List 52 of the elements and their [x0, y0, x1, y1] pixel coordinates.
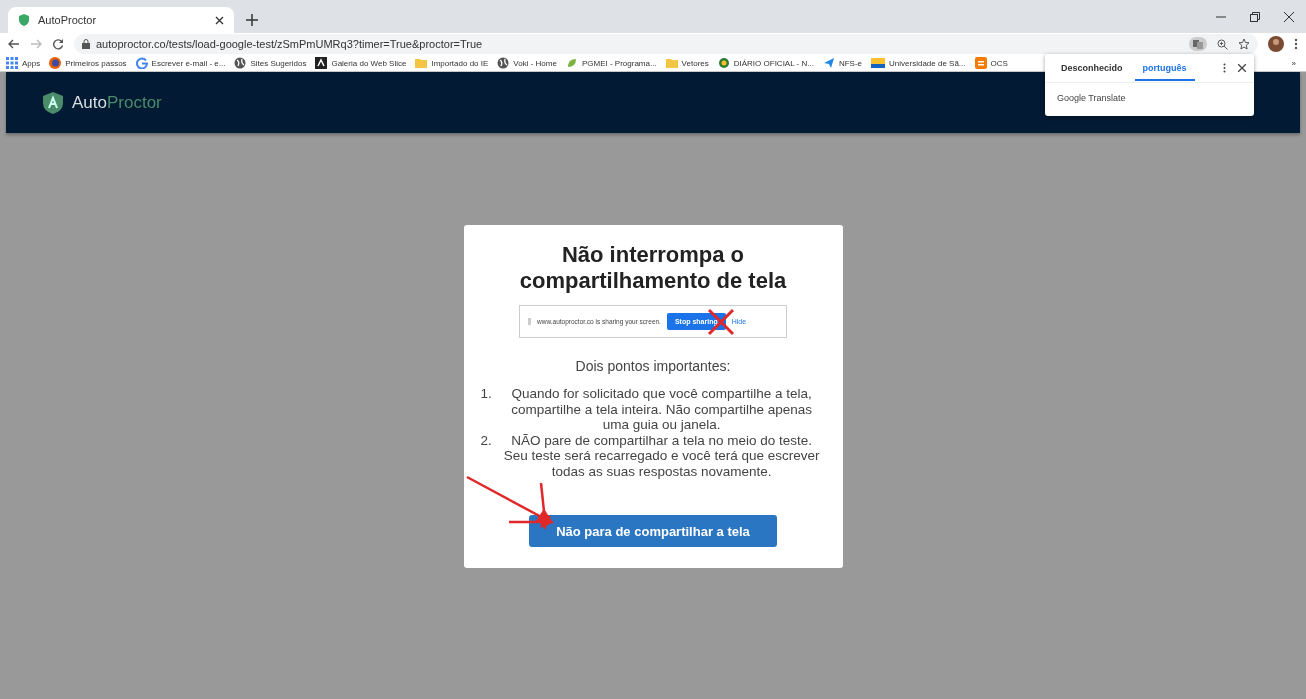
bookmark[interactable]: Universidade de Sã... — [871, 58, 966, 68]
menu-icon[interactable] — [1294, 38, 1298, 50]
bookmark[interactable]: Apps — [6, 57, 41, 69]
apps-grid-icon — [6, 57, 18, 69]
language-tab[interactable]: Desconhecido — [1053, 55, 1131, 81]
usp-logo-icon — [871, 58, 886, 68]
leaf-icon — [565, 57, 578, 69]
back-arrow-icon[interactable] — [8, 38, 20, 50]
list-number: 1. — [480, 386, 492, 403]
browser-tab[interactable]: AutoProctor — [8, 7, 234, 33]
more-bookmarks[interactable]: » — [1291, 58, 1300, 68]
tab-title: AutoProctor — [38, 14, 98, 26]
reload-icon[interactable] — [52, 38, 64, 50]
url-text: autoproctor.co/tests/load-google-test/zSmPmUMRq3?timer=True&proctor=True — [96, 38, 483, 50]
keep-sharing-button[interactable]: Não para de compartilhar a tela — [529, 515, 777, 547]
google-translate-label: Google Translate — [1056, 92, 1127, 105]
bookmark[interactable]: Escrever e-mail - e... — [135, 57, 226, 69]
bookmark[interactable]: Sites Sugeridos — [234, 57, 307, 69]
g-letter-icon — [135, 57, 148, 69]
bookmark[interactable]: Vetores — [665, 57, 709, 69]
avatar-icon[interactable] — [1268, 36, 1284, 52]
bookmark[interactable]: DIÁRIO OFICIAL - N... — [717, 57, 814, 69]
drag-handle-icon — [528, 318, 531, 325]
restore-icon[interactable] — [1250, 11, 1260, 22]
bookmark[interactable]: Galeria do Web Slice — [315, 57, 407, 69]
logo-text: AutoProctor — [72, 92, 162, 113]
card-title: Não interrompa o compartilhamento de tela — [518, 242, 788, 294]
shield-icon — [18, 14, 30, 26]
shield-logo-icon — [42, 91, 64, 114]
bookmark[interactable]: Voki - Home — [497, 57, 557, 69]
star-icon[interactable] — [1238, 38, 1250, 50]
more-options-icon[interactable] — [1223, 63, 1226, 73]
zoom-icon[interactable] — [1217, 38, 1228, 50]
lock-icon — [82, 39, 90, 49]
close-icon[interactable] — [215, 15, 224, 25]
bookmark[interactable]: Importado do IE — [415, 57, 489, 69]
close-icon[interactable] — [1238, 64, 1246, 72]
list-text: NÃO pare de compartilhar a tela no meio do teste. Seu teste será recarregado e você terá que escrever todas as suas respostas novamente. — [502, 432, 821, 479]
language-tab[interactable]: português — [1134, 55, 1195, 81]
translate-icon[interactable] — [1189, 37, 1207, 51]
bookmark[interactable]: Primeiros passos — [49, 57, 127, 69]
list-text: Quando for solicitado que você compartilhe a tela, compartilhe a tela inteira. Não compartilhe apenas uma guia ou janela. — [510, 386, 814, 433]
subtitle: Dois pontos importantes: — [575, 358, 731, 374]
close-icon[interactable] — [1284, 11, 1294, 22]
bookmark[interactable]: PGMEI - Programa... — [565, 57, 657, 69]
folder-icon — [415, 57, 428, 69]
bookmark[interactable]: OCS — [974, 57, 1008, 69]
list-number: 2. — [480, 432, 492, 450]
folder-icon — [665, 57, 678, 69]
address-bar[interactable]: autoproctor.co/tests/load-google-test/zSmPmUMRq3?timer=True&proctor=True — [74, 34, 1258, 54]
seal-icon — [717, 57, 730, 69]
bookmark[interactable]: NFS-e — [822, 57, 863, 69]
